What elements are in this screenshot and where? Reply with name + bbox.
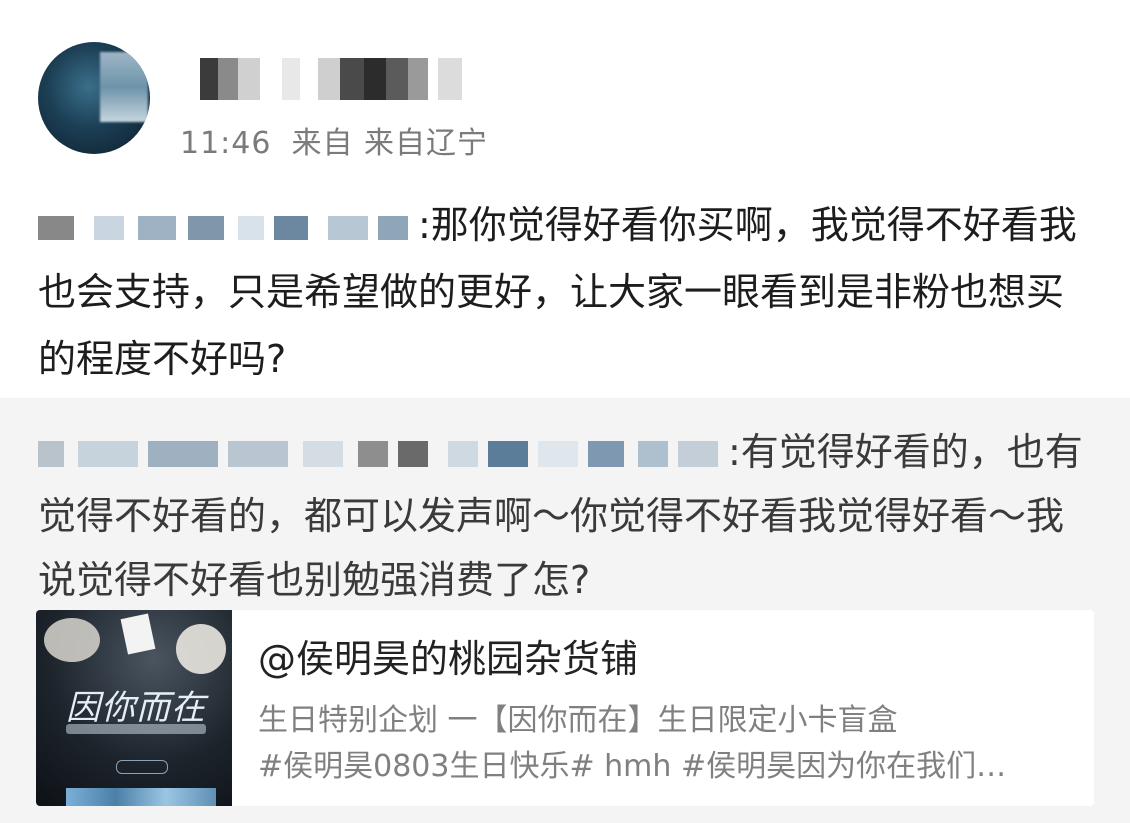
post-text: :那你觉得好看你买啊，我觉得不好看我也会支持，只是希望做的更好，让大家一眼看到是…: [38, 192, 1098, 393]
mosaic-block: [318, 58, 340, 100]
tag-decoration: [120, 613, 156, 655]
repost-text: :有觉得好看的，也有觉得不好看的，都可以发声啊～你觉得不好看我觉得好看～我说觉得…: [38, 420, 1098, 612]
thumbnail-button: [116, 760, 168, 774]
card-desc-line: 生日特别企划 一【因你而在】生日限定小卡盲盒: [258, 703, 898, 738]
mosaic-block: [218, 58, 238, 100]
username-mosaic[interactable]: [200, 58, 465, 100]
link-card[interactable]: 因你而在 @侯明昊的桃园杂货铺 生日特别企划 一【因你而在】生日限定小卡盲盒 #…: [36, 610, 1094, 806]
thumbnail-subtitle: [66, 724, 206, 734]
mosaic-block: [438, 58, 462, 100]
post-time: 11:46: [180, 126, 272, 161]
mosaic-block: [386, 58, 408, 100]
mosaic-block: [282, 58, 300, 100]
card-desc-line: #侯明昊0803生日快乐# hmh #侯明昊因为你在我们…: [258, 749, 1007, 784]
mosaic-block: [364, 58, 386, 100]
card-description: 生日特别企划 一【因你而在】生日限定小卡盲盒 #侯明昊0803生日快乐# hmh…: [258, 698, 1078, 790]
mosaic-block: [238, 58, 260, 100]
mosaic-block: [408, 58, 428, 100]
card-title[interactable]: @侯明昊的桃园杂货铺: [258, 628, 638, 683]
reposted-user-mosaic[interactable]: [38, 435, 728, 471]
avatar-mosaic: [100, 52, 148, 122]
post-meta: 11:46 来自 来自辽宁: [180, 118, 508, 162]
thumbnail-title: 因你而在: [66, 688, 206, 728]
repost-section[interactable]: :有觉得好看的，也有觉得不好看的，都可以发声啊～你觉得不好看我觉得好看～我说觉得…: [0, 398, 1130, 823]
avatar[interactable]: [38, 42, 150, 154]
post-header: 11:46 来自 来自辽宁: [0, 0, 1130, 170]
card-thumbnail: 因你而在: [36, 610, 232, 806]
flower-decoration: [176, 624, 226, 674]
mosaic-block: [340, 58, 364, 100]
thumbnail-strip: [66, 788, 216, 806]
mentioned-user-mosaic[interactable]: [38, 208, 418, 244]
mosaic-block: [200, 58, 218, 100]
flower-decoration: [44, 618, 100, 662]
post-source: 来自 来自辽宁: [291, 126, 489, 161]
